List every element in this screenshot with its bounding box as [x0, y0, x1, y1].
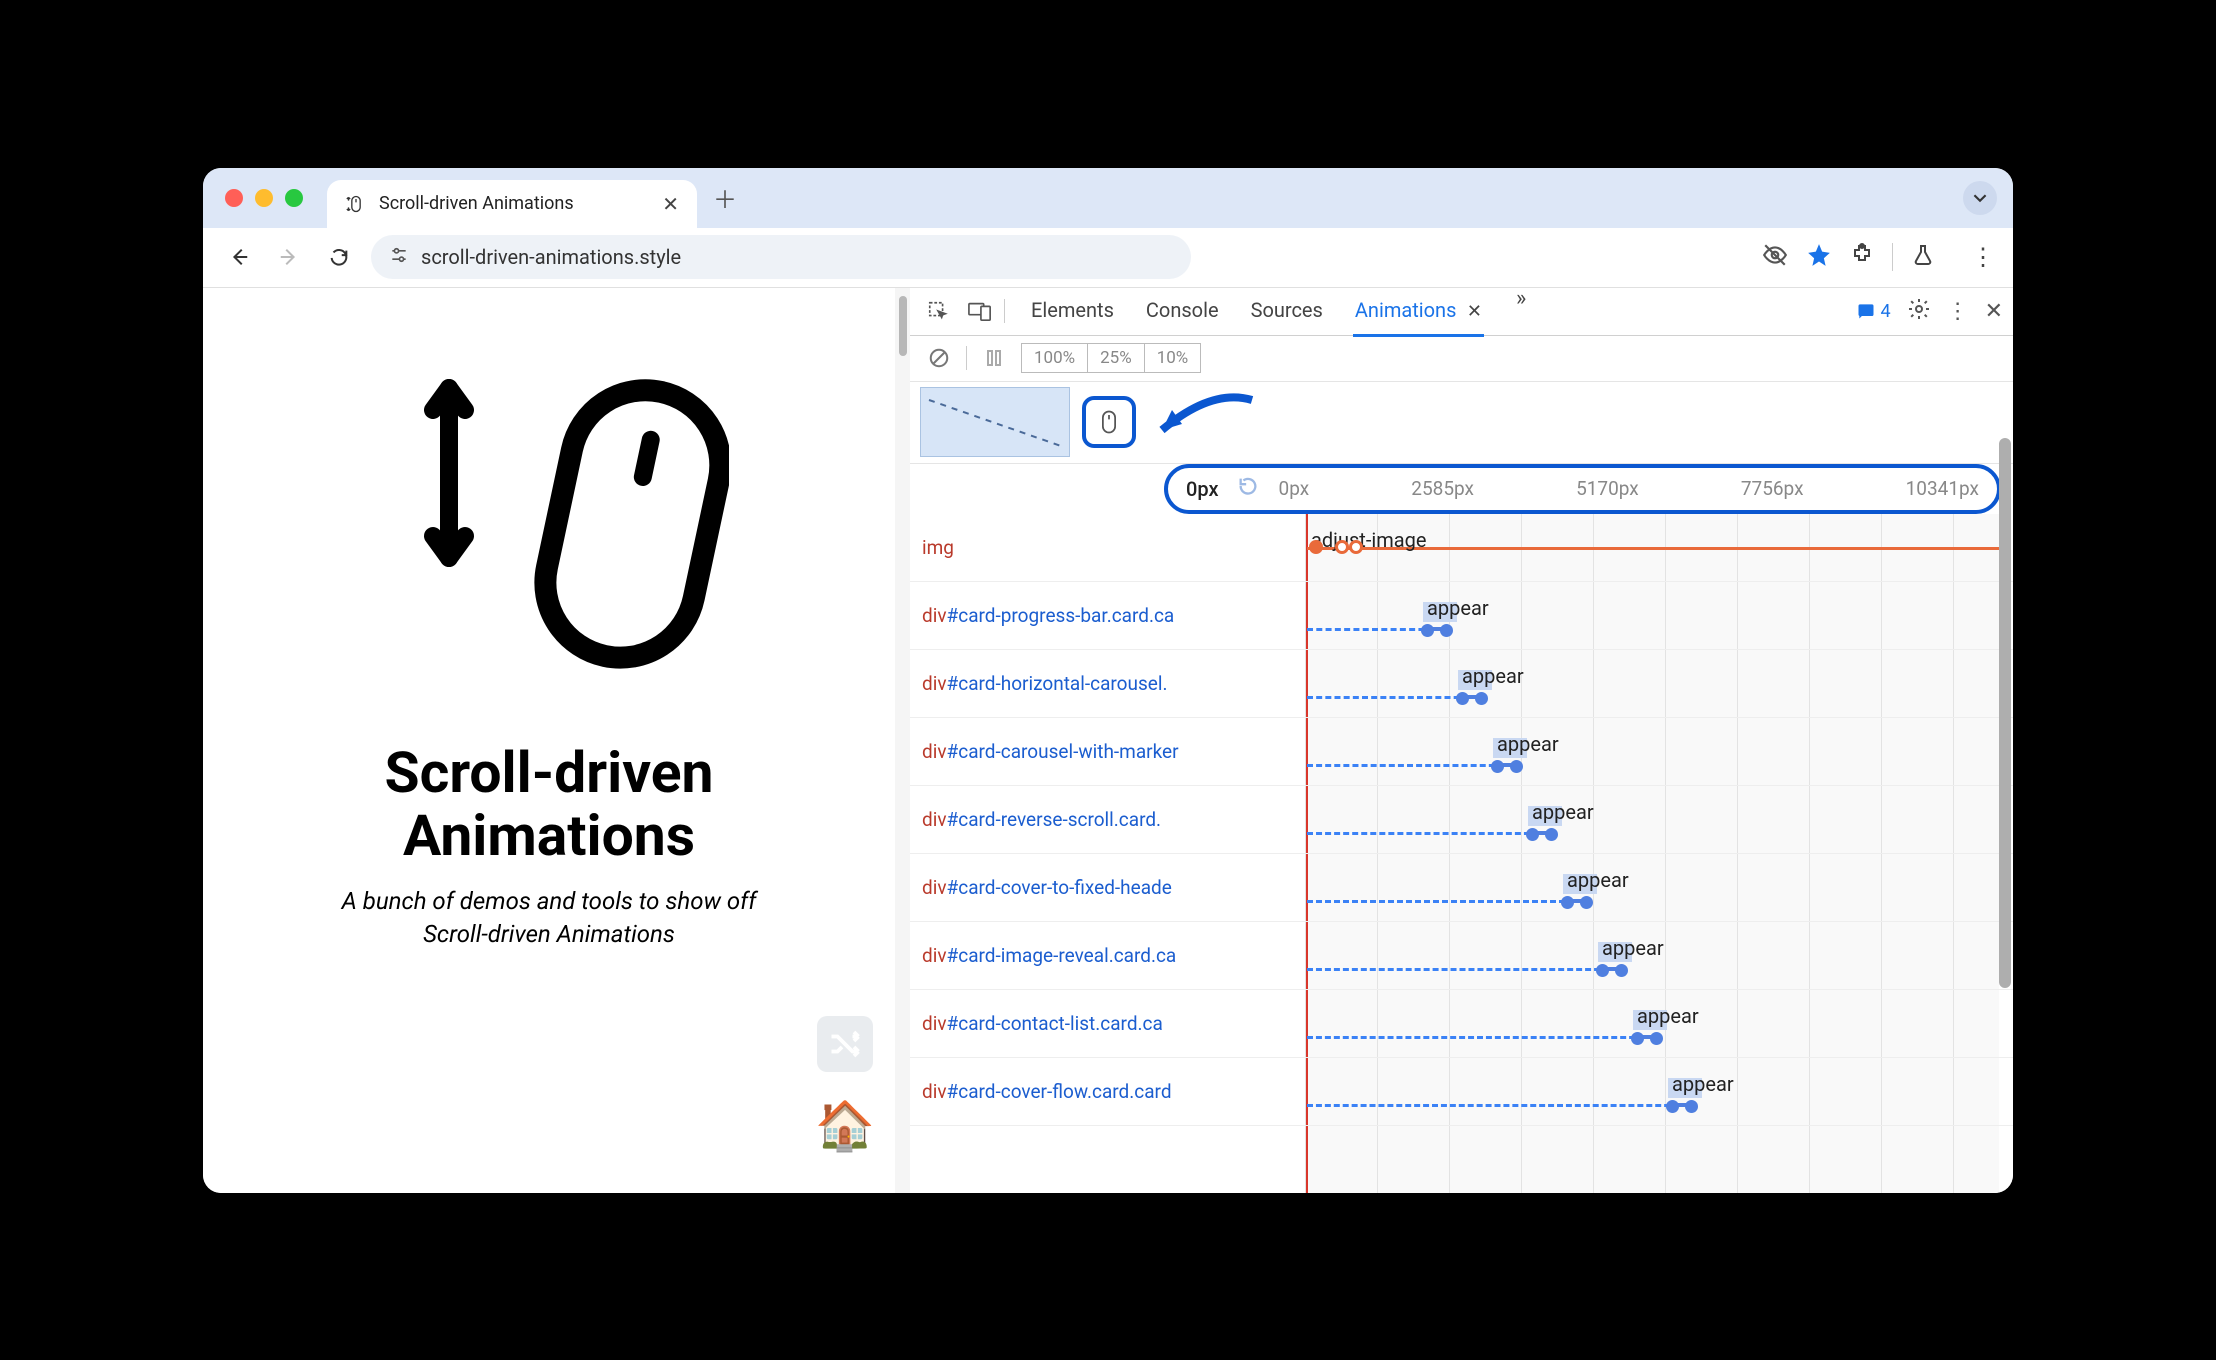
labs-icon[interactable] [1911, 243, 1935, 271]
eye-off-icon[interactable] [1762, 242, 1788, 272]
devtools-tabstrip: Elements Console Sources Animations ✕ » … [910, 288, 2013, 336]
animation-row[interactable]: div#card-progress-bar.card.caappear [910, 582, 2013, 650]
animation-row[interactable]: div#card-horizontal-carousel.appear [910, 650, 2013, 718]
animation-row[interactable]: imgadjust-image [910, 514, 2013, 582]
browser-toolbar: scroll-driven-animations.style ⋮ [203, 228, 2013, 288]
tab-elements[interactable]: Elements [1029, 288, 1116, 337]
back-button[interactable] [221, 239, 257, 275]
tick-4: 10341px [1906, 477, 1979, 500]
bookmark-star-icon[interactable] [1806, 242, 1832, 272]
tabs-dropdown-button[interactable] [1963, 181, 1997, 215]
devtools-panel: Elements Console Sources Animations ✕ » … [910, 288, 2013, 1193]
address-bar[interactable]: scroll-driven-animations.style [371, 235, 1191, 279]
devtools-menu-icon[interactable]: ⋮ [1947, 299, 1969, 324]
speed-25[interactable]: 25% [1088, 344, 1145, 372]
animation-track[interactable]: appear [1305, 922, 1999, 989]
shuffle-button[interactable] [817, 1016, 873, 1072]
scroll-driven-badge[interactable] [1082, 396, 1136, 448]
element-selector: div#card-image-reveal.card.ca [910, 944, 1300, 967]
element-selector: div#card-progress-bar.card.ca [910, 604, 1300, 627]
page-subtitle: A bunch of demos and tools to show offSc… [342, 885, 757, 952]
window-controls [225, 189, 303, 207]
animation-row[interactable]: div#card-cover-flow.card.cardappear [910, 1058, 2013, 1126]
tick-2: 5170px [1576, 477, 1639, 500]
animation-track[interactable]: appear [1305, 854, 1999, 921]
animation-track[interactable]: appear [1305, 718, 1999, 785]
split-handle[interactable] [895, 288, 910, 1193]
element-selector: div#card-reverse-scroll.card. [910, 808, 1300, 831]
home-button[interactable]: 🏠 [817, 1098, 873, 1154]
clear-icon[interactable] [924, 343, 954, 373]
animation-row[interactable]: div#card-cover-to-fixed-headeappear [910, 854, 2013, 922]
animation-track[interactable]: appear [1305, 582, 1999, 649]
tab-animations-close-icon[interactable]: ✕ [1462, 301, 1482, 322]
animation-timeline[interactable]: imgadjust-imagediv#card-progress-bar.car… [910, 514, 2013, 1193]
page-viewport[interactable]: Scroll-drivenAnimations A bunch of demos… [203, 288, 895, 1193]
speed-10[interactable]: 10% [1145, 344, 1201, 372]
device-toggle-icon[interactable] [962, 293, 998, 329]
tabs-overflow-icon[interactable]: » [1516, 288, 1526, 337]
inspect-icon[interactable] [920, 293, 956, 329]
tab-animations[interactable]: Animations ✕ [1353, 288, 1484, 337]
tab-console[interactable]: Console [1144, 288, 1221, 337]
devtools-scrollbar[interactable] [1999, 438, 2011, 988]
animation-track[interactable]: appear [1305, 990, 1999, 1057]
tab-sources[interactable]: Sources [1249, 288, 1325, 337]
devtools-tabs: Elements Console Sources Animations ✕ » [1029, 288, 1526, 337]
tick-1: 2585px [1411, 477, 1474, 500]
issues-badge[interactable]: 4 [1856, 301, 1890, 322]
animation-row[interactable]: div#card-reverse-scroll.card.appear [910, 786, 2013, 854]
browser-window: Scroll-driven Animations ✕ ＋ scroll-driv… [203, 168, 2013, 1193]
new-tab-button[interactable]: ＋ [705, 178, 745, 218]
animation-track[interactable]: appear [1305, 786, 1999, 853]
timeline-ruler[interactable]: 0px 0px 2585px 5170px 7756px 10341px [1164, 464, 2001, 514]
element-selector: div#card-cover-to-fixed-heade [910, 876, 1300, 899]
animation-track[interactable]: appear [1305, 1058, 1999, 1125]
page-title: Scroll-drivenAnimations [385, 742, 714, 869]
current-position: 0px [1186, 477, 1219, 501]
animation-controls: 100% 25% 10% [910, 336, 2013, 382]
animation-row[interactable]: div#card-contact-list.card.caappear [910, 990, 2013, 1058]
element-selector: div#card-carousel-with-marker [910, 740, 1300, 763]
speed-100[interactable]: 100% [1022, 344, 1088, 372]
animation-row[interactable]: div#card-carousel-with-markerappear [910, 718, 2013, 786]
forward-button[interactable] [271, 239, 307, 275]
devtools-close-icon[interactable]: ✕ [1985, 299, 2003, 324]
tab-favicon-icon [345, 193, 367, 215]
minimize-window-icon[interactable] [255, 189, 273, 207]
animation-row[interactable]: div#card-image-reveal.card.caappear [910, 922, 2013, 990]
tab-title: Scroll-driven Animations [379, 193, 574, 214]
extensions-icon[interactable] [1850, 243, 1874, 271]
browser-menu-icon[interactable]: ⋮ [1971, 243, 1995, 271]
pause-icon[interactable] [979, 343, 1009, 373]
animation-group-thumbnail[interactable] [920, 387, 1070, 457]
element-selector: div#card-contact-list.card.ca [910, 1012, 1300, 1035]
animation-track[interactable]: appear [1305, 650, 1999, 717]
close-window-icon[interactable] [225, 189, 243, 207]
element-selector: div#card-cover-flow.card.card [910, 1080, 1300, 1103]
toolbar-separator [1892, 243, 1893, 271]
element-selector: img [910, 536, 1300, 559]
element-selector: div#card-horizontal-carousel. [910, 672, 1300, 695]
animation-track[interactable]: adjust-image [1305, 514, 1999, 581]
mouse-scroll-icon [399, 348, 729, 682]
browser-tab[interactable]: Scroll-driven Animations ✕ [327, 180, 697, 228]
tick-3: 7756px [1741, 477, 1804, 500]
maximize-window-icon[interactable] [285, 189, 303, 207]
annotation-arrow-icon [1142, 382, 1262, 456]
devtools-settings-icon[interactable] [1907, 297, 1931, 325]
url-text: scroll-driven-animations.style [421, 245, 681, 269]
site-settings-icon[interactable] [389, 245, 409, 270]
content-area: Scroll-drivenAnimations A bunch of demos… [203, 288, 2013, 1193]
tab-strip: Scroll-driven Animations ✕ ＋ [203, 168, 2013, 228]
tick-0: 0px [1279, 477, 1310, 500]
tab-close-icon[interactable]: ✕ [662, 192, 679, 216]
reload-button[interactable] [321, 239, 357, 275]
ruler-replay-icon[interactable] [1237, 475, 1259, 503]
animation-preview-row [910, 382, 2013, 464]
playback-speed-group: 100% 25% 10% [1021, 343, 1201, 373]
